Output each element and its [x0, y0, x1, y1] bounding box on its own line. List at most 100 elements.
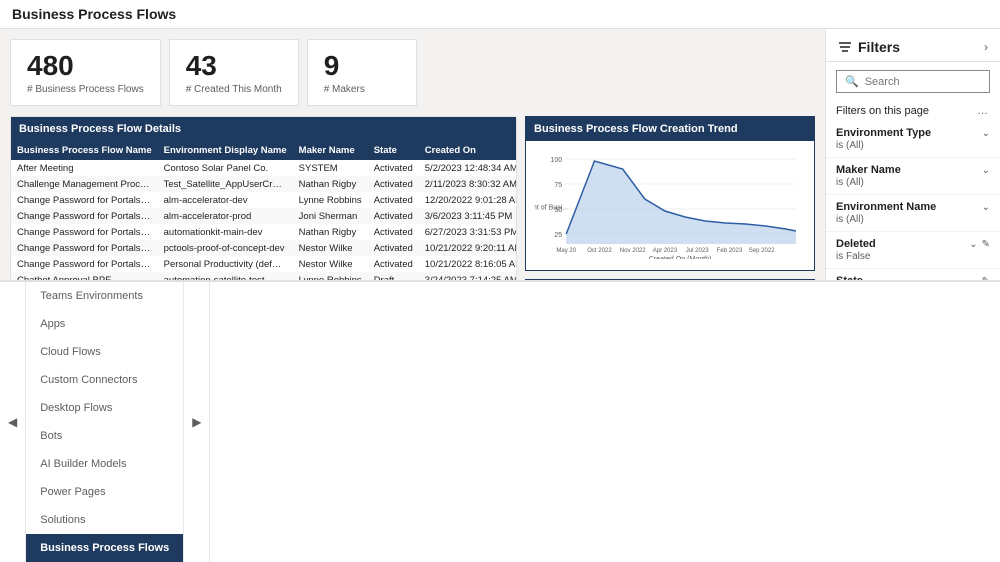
table-cell-5-4: 10/21/2022 9:20:11 AM [419, 240, 516, 256]
table-header: Business Process Flow Details [11, 117, 516, 141]
table-cell-3-3: Activated [368, 208, 419, 224]
middle-section: Business Process Flow Details Business P… [10, 116, 815, 280]
trend-chart-body: Count of Busi... 100 75 50 25 [526, 141, 814, 270]
filter-item-name-1: Maker Name [836, 164, 901, 176]
svg-text:75: 75 [554, 182, 562, 189]
filter-item-1[interactable]: Maker Name ⌄ is (All) [826, 158, 1000, 195]
filter-chevron-icon[interactable]: ⌄ [982, 202, 990, 213]
filters-search-box[interactable]: 🔍 [836, 70, 990, 93]
filter-chevron-icon[interactable]: ⌄ [982, 165, 990, 176]
svg-text:Jul 2023: Jul 2023 [686, 248, 709, 254]
table-cell-0-2: SYSTEM [293, 160, 368, 176]
filters-more-icon[interactable]: … [977, 105, 990, 117]
table-row[interactable]: Change Password for Portals ContactPerso… [11, 256, 516, 272]
filters-header: Filters › [826, 29, 1000, 62]
table-col-header: Environment Display Name [158, 141, 293, 160]
stat-card-0: 480# Business Process Flows [10, 39, 161, 106]
stat-card-1: 43 # Created This Month [169, 39, 299, 106]
filter-item-name-0: Environment Type [836, 127, 931, 139]
filter-item-header-0: Environment Type ⌄ [836, 127, 990, 139]
tab-custom-connectors[interactable]: Custom Connectors [26, 366, 184, 394]
stat-number-2: 9 [324, 50, 400, 82]
table-row[interactable]: Change Password for Portals Contactalm-a… [11, 208, 516, 224]
tab-desktop-flows[interactable]: Desktop Flows [26, 394, 184, 422]
tab-bots[interactable]: Bots [26, 422, 184, 450]
table-cell-1-1: Test_Satellite_AppUserCreation [158, 176, 293, 192]
table-cell-1-4: 2/11/2023 8:30:32 AM [419, 176, 516, 192]
tab-nav-right[interactable]: ▶ [184, 282, 210, 562]
bottom-tabs: ◀ Teams EnvironmentsAppsCloud FlowsCusto… [0, 280, 1000, 562]
filter-item-3[interactable]: Deleted ⌄ ✎ is False [826, 232, 1000, 269]
tab-ai-builder-models[interactable]: AI Builder Models [26, 450, 184, 478]
table-cell-2-3: Activated [368, 192, 419, 208]
filter-item-4[interactable]: State ⌄ ✎ is (All) [826, 269, 1000, 280]
table-cell-5-0: Change Password for Portals Contact [11, 240, 158, 256]
filter-chevron-icon[interactable]: ⌄ [969, 239, 977, 250]
data-table: Business Process Flow NameEnvironment Di… [11, 141, 516, 280]
filters-title: Filters [838, 39, 900, 55]
filters-close-icon[interactable]: › [984, 40, 988, 54]
table-cell-3-2: Joni Sherman [293, 208, 368, 224]
table-cell-4-4: 6/27/2023 3:31:53 PM [419, 224, 516, 240]
filters-search-input[interactable] [865, 76, 981, 88]
filters-on-page-label: Filters on this page [836, 105, 929, 117]
table-cell-2-2: Lynne Robbins [293, 192, 368, 208]
tab-power-pages[interactable]: Power Pages [26, 478, 184, 506]
table-cell-6-1: Personal Productivity (default) [158, 256, 293, 272]
filter-item-icons-3: ⌄ ✎ [969, 239, 990, 250]
filter-item-0[interactable]: Environment Type ⌄ is (All) [826, 121, 1000, 158]
tab-teams-environments[interactable]: Teams Environments [26, 282, 184, 310]
stat-number-1: 43 [186, 50, 282, 82]
table-cell-7-2: Lynne Robbins [293, 272, 368, 280]
table-col-header: Business Process Flow Name [11, 141, 158, 160]
stat-label-2: # Makers [324, 84, 400, 95]
filter-item-2[interactable]: Environment Name ⌄ is (All) [826, 195, 1000, 232]
table-cell-6-4: 10/21/2022 8:16:05 AM [419, 256, 516, 272]
trend-chart-title: Business Process Flow Creation Trend [526, 117, 814, 141]
table-cell-2-1: alm-accelerator-dev [158, 192, 293, 208]
svg-text:Count of Busi...: Count of Busi... [534, 205, 568, 212]
table-cell-0-4: 5/2/2023 12:48:34 AM [419, 160, 516, 176]
tab-nav-left[interactable]: ◀ [0, 282, 26, 562]
table-cell-2-0: Change Password for Portals Contact [11, 192, 158, 208]
table-section: Business Process Flow Details Business P… [10, 116, 517, 280]
filter-item-header-1: Maker Name ⌄ [836, 164, 990, 176]
table-row[interactable]: Change Password for Portals Contactalm-a… [11, 192, 516, 208]
stats-row: 480# Business Process Flows 43 # Created T… [10, 39, 815, 106]
tab-solutions[interactable]: Solutions [26, 506, 184, 534]
table-cell-6-3: Activated [368, 256, 419, 272]
table-row[interactable]: Challenge Management ProcessTest_Satelli… [11, 176, 516, 192]
svg-text:Nov 2022: Nov 2022 [620, 248, 647, 254]
filter-item-value-0: is (All) [836, 140, 990, 151]
filter-items-container: Environment Type ⌄ is (All) Maker Name ⌄… [826, 121, 1000, 280]
stat-label-0: # Business Process Flows [27, 84, 144, 95]
top-bar: Business Process Flows [0, 0, 1000, 29]
table-cell-2-4: 12/20/2022 9:01:28 AM [419, 192, 516, 208]
content-area: 480# Business Process Flows 43 # Created T… [0, 29, 825, 280]
filter-chevron-icon[interactable]: ⌄ [982, 128, 990, 139]
svg-text:May 20: May 20 [556, 248, 576, 254]
filter-item-value-1: is (All) [836, 177, 990, 188]
table-row[interactable]: Change Password for Portals Contactpctoo… [11, 240, 516, 256]
svg-text:Apr 2023: Apr 2023 [653, 248, 678, 254]
tab-cloud-flows[interactable]: Cloud Flows [26, 338, 184, 366]
trend-chart-card: Business Process Flow Creation Trend Cou… [525, 116, 815, 271]
svg-text:50: 50 [554, 207, 562, 214]
filter-edit-icon[interactable]: ✎ [982, 239, 990, 250]
table-cell-4-3: Activated [368, 224, 419, 240]
table-row[interactable]: Change Password for Portals Contactautom… [11, 224, 516, 240]
table-cell-6-0: Change Password for Portals Contact [11, 256, 158, 272]
filter-item-value-3: is False [836, 251, 990, 262]
table-cell-3-4: 3/6/2023 3:11:45 PM [419, 208, 516, 224]
stat-label-1: # Created This Month [186, 84, 282, 95]
tab-business-process-flows[interactable]: Business Process Flows [26, 534, 184, 562]
tab-apps[interactable]: Apps [26, 310, 184, 338]
table-cell-1-0: Challenge Management Process [11, 176, 158, 192]
table-row[interactable]: Chatbot Approval BPFautomation-satellite… [11, 272, 516, 280]
main-layout: 480# Business Process Flows 43 # Created T… [0, 29, 1000, 280]
svg-text:100: 100 [550, 157, 562, 164]
table-container[interactable]: Business Process Flow NameEnvironment Di… [11, 141, 516, 280]
table-row[interactable]: After MeetingContoso Solar Panel Co.SYST… [11, 160, 516, 176]
filter-item-icons-0: ⌄ [982, 128, 990, 139]
filter-item-icons-2: ⌄ [982, 202, 990, 213]
